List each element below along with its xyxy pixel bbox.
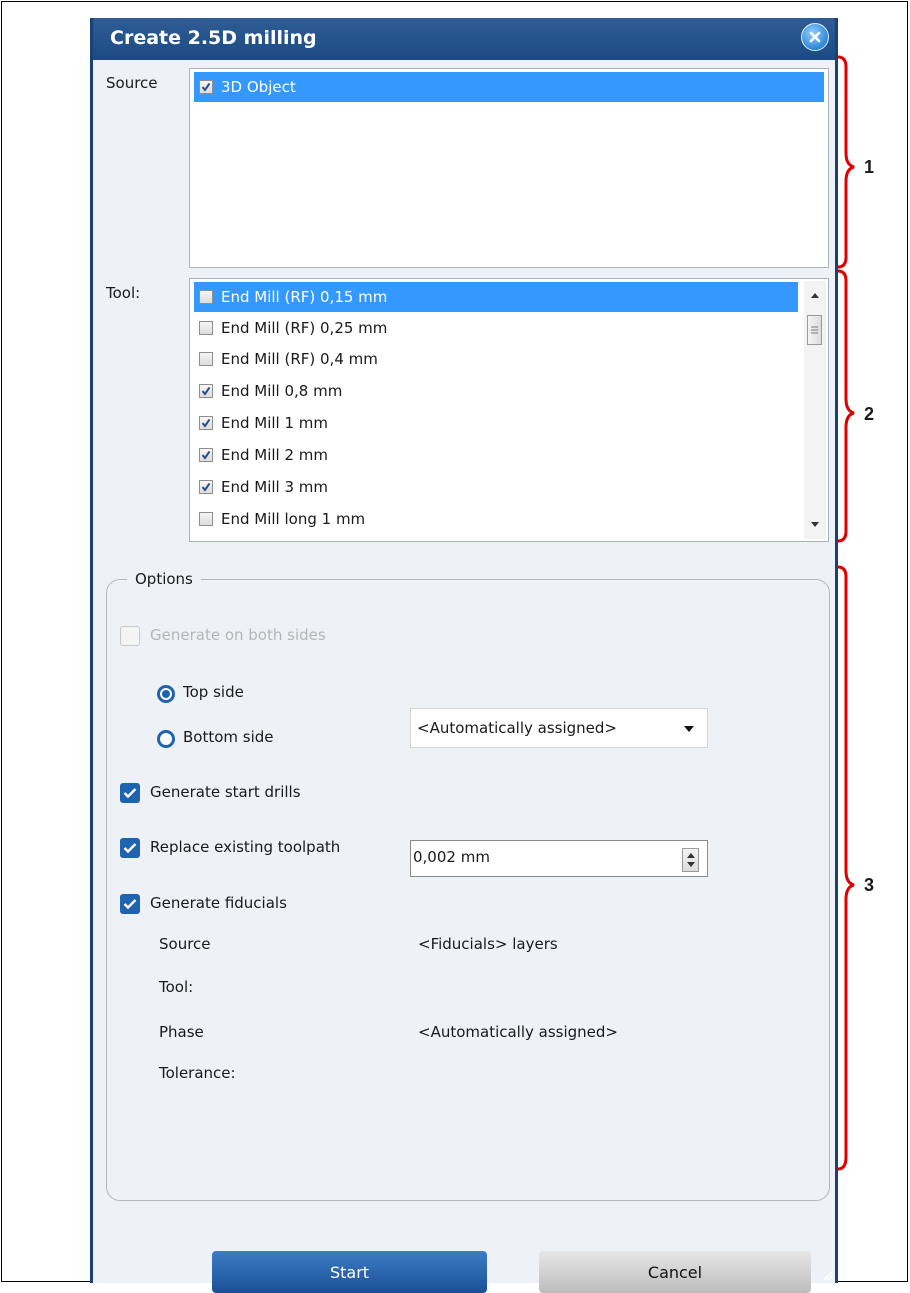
cancel-button[interactable]: Cancel (539, 1251, 811, 1293)
tool-item-label: End Mill (RF) 0,25 mm (221, 319, 388, 337)
checkbox[interactable] (199, 512, 213, 526)
title-bar: Create 2.5D milling (93, 18, 835, 60)
source-label: Source (106, 74, 158, 92)
tool-label: Tool: (106, 284, 141, 302)
fiducial-phase-label: Phase (159, 1023, 204, 1041)
bracket-1 (837, 55, 855, 269)
bracket-3 (837, 565, 855, 1171)
check-icon (123, 843, 137, 854)
source-item[interactable]: 3D Object (194, 72, 824, 102)
start-drills-label: Generate start drills (150, 783, 301, 801)
start-button[interactable]: Start (212, 1251, 487, 1293)
check-icon (201, 418, 211, 428)
check-icon (201, 82, 211, 92)
scroll-up-icon[interactable] (810, 291, 820, 299)
fiducial-tool-label: Tool: (159, 978, 194, 996)
top-side-label: Top side (183, 683, 244, 701)
bottom-side-radio[interactable] (157, 730, 175, 748)
check-icon (201, 450, 211, 460)
both-sides-label: Generate on both sides (150, 626, 326, 644)
start-drills-checkbox[interactable] (120, 783, 140, 803)
checkbox[interactable] (199, 321, 213, 335)
fiducial-tool-dropdown[interactable]: <Automatically assigned> (410, 708, 708, 748)
options-legend: Options (127, 570, 201, 588)
annotation-brackets (837, 55, 855, 1171)
tool-item[interactable]: End Mill (RF) 0,25 mm (194, 313, 387, 343)
fiducial-phase-value: <Automatically assigned> (418, 1023, 619, 1041)
bottom-side-label: Bottom side (183, 728, 274, 746)
bracket-2 (837, 269, 855, 543)
fiducial-source-value: <Fiducials> layers (418, 935, 558, 953)
tool-item[interactable]: End Mill long 1 mm (194, 504, 365, 534)
checkbox[interactable] (199, 480, 213, 494)
checkbox[interactable] (199, 416, 213, 430)
source-item-label: 3D Object (221, 78, 296, 96)
grip-icon (811, 326, 818, 334)
replace-toolpath-label: Replace existing toolpath (150, 838, 341, 856)
both-sides-checkbox[interactable] (120, 626, 140, 646)
tool-item[interactable]: End Mill 3 mm (194, 472, 328, 502)
tolerance-value: 0,002 mm (413, 848, 490, 866)
tool-list[interactable]: End Mill (RF) 0,15 mm End Mill (RF) 0,25… (189, 278, 829, 542)
close-icon (809, 31, 821, 43)
annotation-2: 2 (864, 404, 875, 424)
fiducial-tool-value: <Automatically assigned> (417, 719, 618, 737)
tool-item[interactable]: End Mill 2 mm (194, 440, 328, 470)
tolerance-input[interactable]: 0,002 mm (410, 840, 708, 877)
stepper-down-icon[interactable] (687, 862, 695, 868)
checkbox[interactable] (199, 384, 213, 398)
tool-item[interactable]: End Mill (RF) 0,15 mm (194, 282, 798, 312)
check-icon (201, 482, 211, 492)
check-icon (123, 788, 137, 799)
fiducial-source-label: Source (159, 935, 211, 953)
fiducials-label: Generate fiducials (150, 894, 287, 912)
checkbox[interactable] (199, 352, 213, 366)
fiducials-checkbox[interactable] (120, 894, 140, 914)
checkbox[interactable] (199, 80, 213, 94)
checkbox[interactable] (199, 290, 213, 304)
tool-item-label: End Mill (RF) 0,15 mm (221, 288, 388, 306)
annotation-3: 3 (864, 875, 875, 895)
source-list[interactable]: 3D Object (189, 68, 829, 268)
create-milling-dialog: Create 2.5D milling Source 3D Object Too… (90, 18, 838, 1293)
tool-item-label: End Mill long 1 mm (221, 510, 366, 528)
tool-item-label: End Mill 0,8 mm (221, 382, 343, 400)
tool-item-label: End Mill 1 mm (221, 414, 329, 432)
tool-item-label: End Mill 2 mm (221, 446, 329, 464)
check-icon (201, 386, 211, 396)
tool-item[interactable]: End Mill 1 mm (194, 408, 328, 438)
top-side-radio[interactable] (157, 685, 175, 703)
check-icon (123, 899, 137, 910)
chevron-down-icon (684, 726, 694, 732)
tool-item[interactable]: End Mill (RF) 0,4 mm (194, 344, 378, 374)
close-button[interactable] (801, 23, 829, 51)
tool-item-label: End Mill (RF) 0,4 mm (221, 350, 378, 368)
tool-item[interactable]: End Mill 0,8 mm (194, 376, 342, 406)
annotation-1: 1 (864, 157, 875, 177)
stepper-up-icon[interactable] (687, 852, 695, 858)
scrollbar-thumb[interactable] (807, 315, 822, 345)
options-group: Options Generate on both sides Top side … (106, 570, 830, 1201)
tolerance-stepper[interactable] (682, 848, 699, 872)
checkbox[interactable] (199, 448, 213, 462)
dialog-title: Create 2.5D milling (110, 27, 317, 49)
resize-grip-icon[interactable] (821, 1269, 833, 1281)
scroll-down-icon[interactable] (810, 521, 820, 529)
replace-toolpath-checkbox[interactable] (120, 838, 140, 858)
tolerance-label: Tolerance: (159, 1064, 236, 1082)
tool-list-scrollbar[interactable] (804, 281, 826, 539)
tool-item-label: End Mill 3 mm (221, 478, 329, 496)
